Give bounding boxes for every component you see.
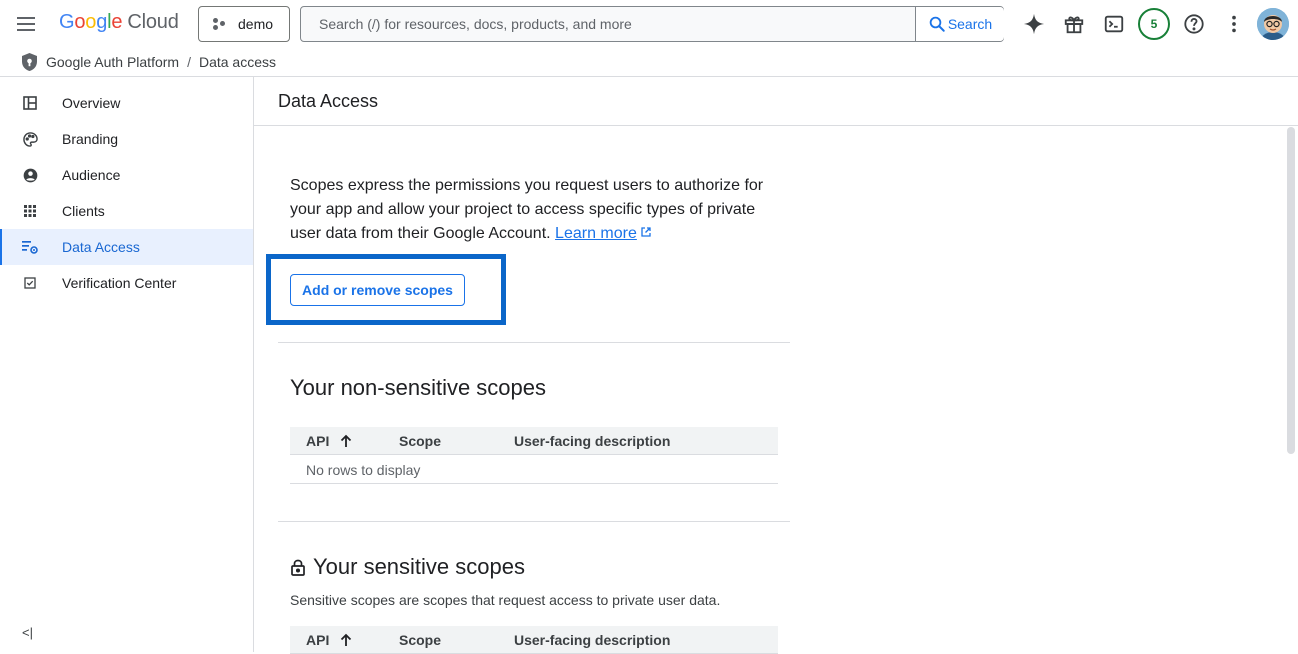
dashboard-icon	[22, 95, 38, 111]
sensitive-scopes-heading: Your sensitive scopes	[290, 554, 525, 580]
palette-icon	[22, 131, 38, 147]
account-circle-icon	[22, 167, 38, 183]
google-cloud-logo[interactable]: Google Cloud	[59, 11, 179, 34]
sidebar-item-data-access[interactable]: Data Access	[0, 229, 253, 265]
project-name: demo	[238, 16, 274, 32]
external-link-icon	[641, 227, 651, 237]
table-header: API Scope User-facing description	[290, 427, 778, 455]
sidebar-item-branding[interactable]: Branding	[0, 121, 253, 157]
search-bar: Search	[300, 6, 1004, 42]
main-content: Data Access Scopes express the permissio…	[254, 77, 1298, 654]
sidebar-item-audience[interactable]: Audience	[0, 157, 253, 193]
shield-icon	[22, 53, 37, 71]
search-button[interactable]: Search	[915, 7, 1004, 41]
table-header: API Scope User-facing description	[290, 626, 778, 654]
gemini-icon[interactable]	[1022, 12, 1046, 36]
intro-paragraph: Scopes express the permissions you reque…	[290, 174, 780, 246]
add-or-remove-scopes-button[interactable]: Add or remove scopes	[290, 274, 465, 306]
column-scope[interactable]: Scope	[399, 433, 441, 449]
column-api[interactable]: API	[306, 632, 353, 648]
column-scope[interactable]: Scope	[399, 632, 441, 648]
column-user-facing-description[interactable]: User-facing description	[514, 632, 670, 648]
breadcrumb: Google Auth Platform / Data access	[0, 48, 1298, 77]
sidebar-item-verification-center[interactable]: Verification Center	[0, 265, 253, 301]
sidebar: Overview Branding Audience Clients Data …	[0, 77, 254, 652]
learn-more-link[interactable]: Learn more	[555, 225, 637, 242]
title-divider	[254, 125, 1298, 126]
section-divider	[278, 342, 790, 343]
intro-text: Scopes express the permissions you reque…	[290, 177, 764, 242]
section-divider	[278, 521, 790, 522]
breadcrumb-product[interactable]: Google Auth Platform	[46, 54, 179, 70]
sensitive-scopes-table: API Scope User-facing description	[290, 626, 778, 654]
sidebar-item-clients[interactable]: Clients	[0, 193, 253, 229]
help-icon[interactable]	[1182, 12, 1206, 36]
checkbox-icon	[22, 275, 38, 291]
column-api[interactable]: API	[306, 433, 353, 449]
avatar[interactable]	[1257, 8, 1289, 40]
non-sensitive-scopes-table: API Scope User-facing description No row…	[290, 427, 778, 484]
sort-ascending-icon	[341, 434, 352, 447]
menu-icon[interactable]	[14, 12, 38, 36]
gift-icon[interactable]	[1062, 12, 1086, 36]
lock-icon	[291, 559, 305, 576]
data-access-icon	[22, 239, 38, 255]
more-vert-icon[interactable]	[1222, 12, 1246, 36]
project-picker-button[interactable]: demo	[198, 6, 290, 42]
notification-badge[interactable]: 5	[1138, 8, 1170, 40]
empty-table-message: No rows to display	[290, 455, 778, 484]
page-title: Data Access	[278, 91, 379, 111]
top-bar: GoogleCloud demo Search 5	[0, 0, 1298, 48]
collapse-sidebar-button[interactable]: <|	[22, 625, 33, 640]
breadcrumb-current-page: Data access	[198, 54, 277, 70]
search-icon	[929, 16, 945, 32]
sidebar-item-overview[interactable]: Overview	[0, 85, 253, 121]
breadcrumb-separator: /	[187, 54, 191, 70]
column-user-facing-description[interactable]: User-facing description	[514, 433, 670, 449]
sensitive-scopes-description: Sensitive scopes are scopes that request…	[290, 592, 721, 608]
non-sensitive-scopes-heading: Your non-sensitive scopes	[290, 375, 547, 400]
project-dots-icon	[213, 18, 227, 30]
apps-grid-icon	[22, 203, 38, 219]
sort-ascending-icon	[341, 633, 352, 646]
terminal-icon[interactable]	[1102, 12, 1126, 36]
scrollbar[interactable]	[1287, 127, 1295, 454]
search-input[interactable]	[301, 7, 915, 41]
